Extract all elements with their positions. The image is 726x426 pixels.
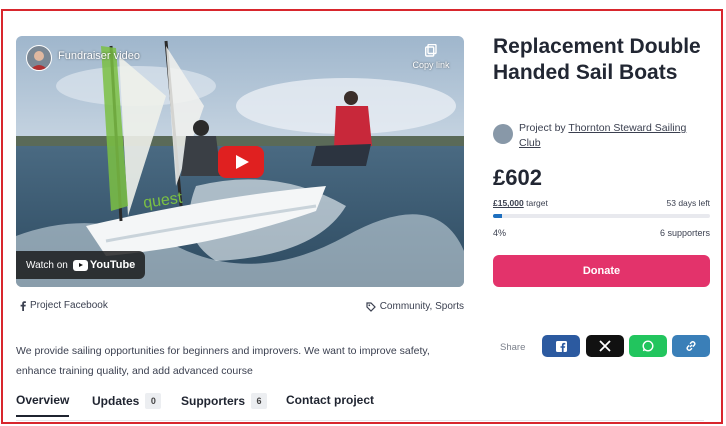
tab-count: 0 (145, 393, 162, 409)
tab-supporters[interactable]: Supporters 6 (181, 393, 268, 409)
project-owner: Project by Thornton Steward Sailing Club (493, 121, 709, 151)
project-by-prefix: Project by (519, 122, 566, 134)
copy-link-label: Copy link (412, 60, 450, 70)
share-x-button[interactable] (586, 335, 624, 357)
project-title: Replacement Double Handed Sail Boats (493, 35, 701, 84)
target-value: £15,000 (493, 198, 524, 208)
youtube-icon (72, 259, 88, 271)
tab-label: Updates (92, 394, 140, 408)
amount-raised: £602 (493, 165, 542, 190)
video-embed[interactable]: quest Fundraiser video Copy link Watch o… (16, 36, 464, 287)
link-icon (686, 341, 696, 351)
share-label: Share (500, 342, 526, 353)
share-whatsapp-button[interactable] (629, 335, 667, 357)
tab-overview[interactable]: Overview (16, 393, 70, 417)
project-tabs: Overview Updates 0 Supporters 6 Contact … (16, 390, 704, 421)
project-categories[interactable]: Community, Sports (366, 301, 464, 312)
days-left: 53 days left (666, 198, 710, 208)
progress-fill (493, 214, 502, 218)
project-facebook-label: Project Facebook (30, 300, 108, 311)
whatsapp-icon (642, 340, 654, 352)
target-amount: £15,000 target (493, 198, 548, 208)
project-description: We provide sailing opportunities for beg… (16, 344, 430, 377)
copy-icon (425, 44, 437, 57)
tab-count: 6 (251, 393, 268, 409)
tab-label: Overview (16, 393, 70, 407)
watch-on-label: Watch on (26, 259, 68, 271)
facebook-icon (20, 300, 26, 311)
donate-button[interactable]: Donate (493, 255, 710, 287)
supporters-count[interactable]: 6 supporters (660, 228, 710, 238)
progress-bar (493, 214, 710, 218)
project-facebook-link[interactable]: Project Facebook (20, 300, 108, 311)
target-suffix: target (526, 198, 548, 208)
channel-avatar[interactable] (26, 45, 52, 71)
video-title[interactable]: Fundraiser video (58, 50, 140, 62)
youtube-logo: YouTube (72, 259, 136, 271)
share-copy-link-button[interactable] (672, 335, 710, 357)
share-facebook-button[interactable] (542, 335, 580, 357)
tab-contact-project[interactable]: Contact project (286, 393, 374, 407)
facebook-icon (555, 340, 567, 352)
tag-icon (366, 301, 376, 312)
youtube-label: YouTube (89, 259, 136, 271)
progress-percent: 4% (493, 228, 507, 238)
watch-on-youtube-button[interactable]: Watch on YouTube (16, 251, 146, 279)
copy-link-button[interactable]: Copy link (406, 44, 456, 70)
categories-label: Community, Sports (379, 301, 464, 312)
tab-label: Contact project (286, 393, 375, 407)
x-icon (599, 340, 611, 352)
organisation-avatar[interactable] (493, 124, 513, 144)
tab-label: Supporters (181, 394, 246, 408)
play-button[interactable] (218, 146, 264, 178)
tab-updates[interactable]: Updates 0 (92, 393, 162, 409)
